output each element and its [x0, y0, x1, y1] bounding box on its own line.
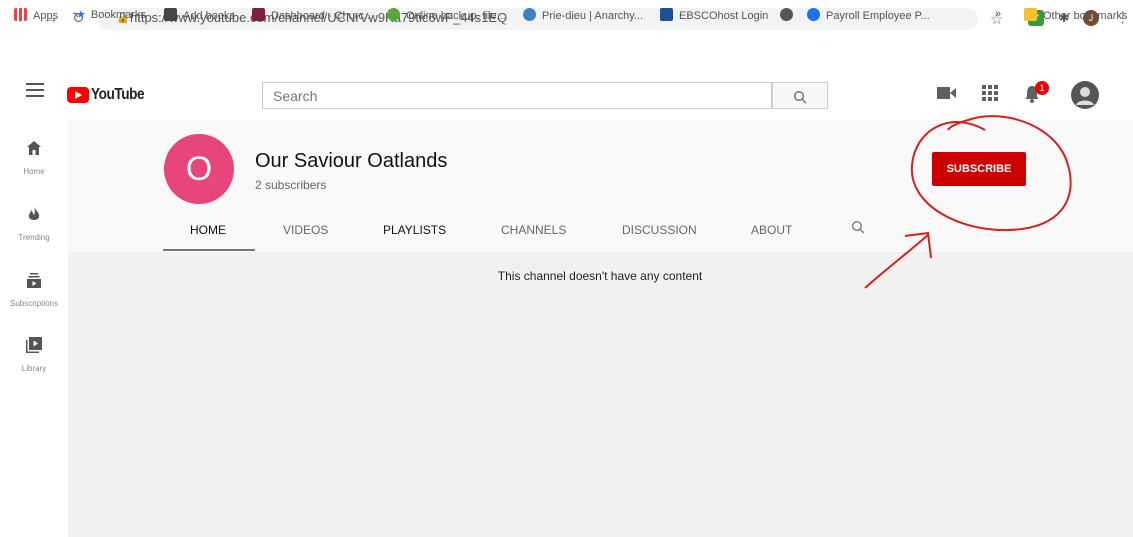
annotation-circle — [910, 115, 1072, 232]
annotation-overlay — [864, 115, 1072, 289]
annotation-arrow-shaft — [864, 234, 929, 289]
